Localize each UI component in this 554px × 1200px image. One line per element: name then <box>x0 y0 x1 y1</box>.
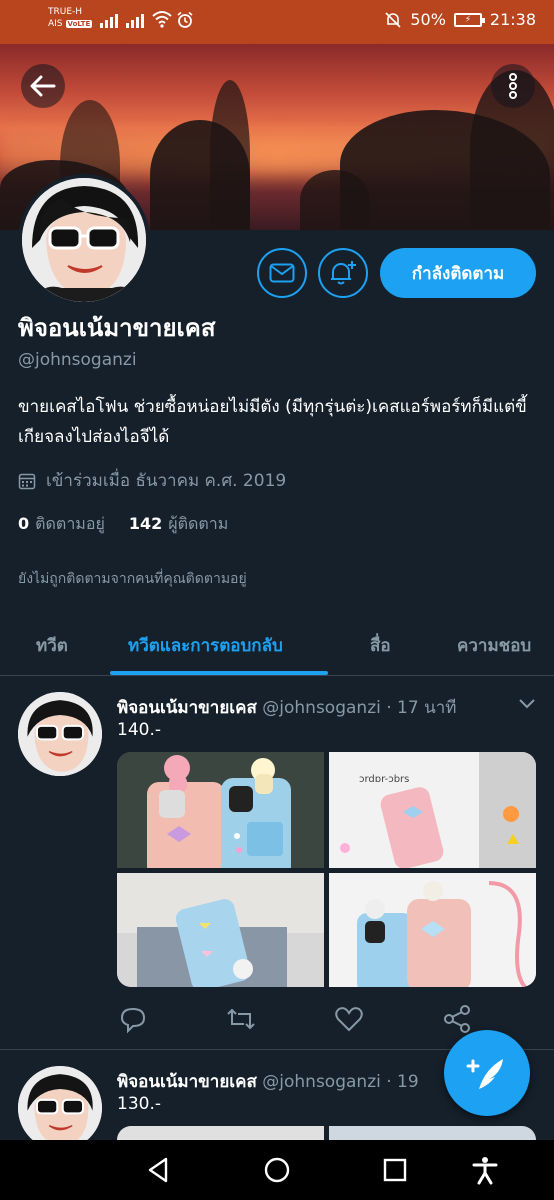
tweet-author-name[interactable]: พิจอนเน้มาขายเคส <box>117 698 257 718</box>
arrow-left-icon <box>30 75 56 97</box>
tab-tweets-replies[interactable]: ทวีตและการตอบกลับ <box>128 614 283 676</box>
tweet-avatar[interactable] <box>18 1066 102 1150</box>
battery-icon: ⚡ <box>453 12 485 27</box>
envelope-icon <box>269 263 295 283</box>
follow-stats: 0 ติดตามอยู่ 142 ผู้ติดตาม <box>18 512 228 537</box>
tweet-photo-2[interactable]: ɔrdɒr-ɔbrs <box>329 752 536 868</box>
alarm-icon <box>177 11 193 28</box>
tweet-photo-4[interactable] <box>329 873 536 987</box>
tweet-photo-3[interactable] <box>117 873 324 987</box>
tweet-header: พิจอนเน้มาขายเคส @johnsoganzi · 19 <box>117 1068 419 1095</box>
profile-handle: @johnsoganzi <box>18 350 137 370</box>
wifi-icon <box>152 11 172 28</box>
not-followed-notice: ยังไม่ถูกติดตามจากคนที่คุณติดตามอยู่ <box>18 571 247 587</box>
tweet-photo-1[interactable] <box>117 1126 324 1140</box>
avatar-illustration <box>18 1066 102 1150</box>
tweet-header: พิจอนเน้มาขายเคส @johnsoganzi · 17 นาที <box>117 694 456 721</box>
tab-media[interactable]: สื่อ <box>370 614 391 676</box>
following-label: ติดตามอยู่ <box>35 514 105 533</box>
volte-badge: VoLTE <box>65 20 93 28</box>
notifications-button[interactable] <box>318 248 368 298</box>
signal-icon-2 <box>126 12 144 28</box>
carrier-info: TRUE-H AIS VoLTE <box>48 6 93 30</box>
clock: 21:38 <box>489 10 536 29</box>
followers-stat[interactable]: 142 ผู้ติดตาม <box>129 512 228 537</box>
more-vertical-icon <box>509 73 517 99</box>
profile-avatar[interactable] <box>18 174 150 306</box>
tab-likes[interactable]: ความชอบ <box>457 614 531 676</box>
more-options-button[interactable] <box>491 64 535 108</box>
active-tab-indicator <box>110 671 328 675</box>
message-button[interactable] <box>257 248 307 298</box>
carrier-name-1: TRUE-H <box>48 7 83 17</box>
system-nav-bar <box>0 1140 554 1200</box>
profile-bio: ขายเคสไอโฟน ช่วยซื้อหน่อยไม่มีตัง (มีทุก… <box>18 397 527 447</box>
tweet-text: 140.- <box>117 720 161 740</box>
phone-case-photo <box>117 752 324 868</box>
tweet-photo-1[interactable] <box>117 752 324 868</box>
tweet-avatar[interactable] <box>18 692 102 776</box>
phone-case-photo <box>117 873 324 987</box>
tweet-text: 130.- <box>117 1094 161 1114</box>
tweet-handle-time: @johnsoganzi · 17 นาที <box>262 698 457 718</box>
chevron-down-icon[interactable] <box>518 698 536 710</box>
recents-square-icon[interactable] <box>380 1155 410 1185</box>
tweet-handle-time: @johnsoganzi · 19 <box>262 1072 419 1092</box>
share-icon[interactable] <box>442 1004 472 1034</box>
bell-plus-icon <box>331 261 356 285</box>
phone-case-photo: ɔrdɒr-ɔbrs <box>329 752 536 868</box>
profile-tabs: ทวีต ทวีตและการตอบกลับ สื่อ ความชอบ <box>0 614 554 676</box>
followers-label: ผู้ติดตาม <box>168 514 229 533</box>
status-right: 50% ⚡ 21:38 <box>384 10 536 29</box>
tweet-author-name[interactable]: พิจอนเน้มาขายเคส <box>117 1072 257 1092</box>
signal-icon <box>100 12 118 28</box>
calendar-icon <box>18 473 36 489</box>
joined-text: เข้าร่วมเมื่อ ธันวาคม ค.ศ. 2019 <box>46 471 287 491</box>
back-button[interactable] <box>21 64 65 108</box>
battery-percent: 50% <box>410 10 446 29</box>
back-triangle-icon[interactable] <box>144 1155 174 1185</box>
avatar-illustration <box>18 692 102 776</box>
mute-bell-icon <box>385 11 401 28</box>
tweet-photo-2[interactable] <box>329 1126 536 1140</box>
feather-plus-icon <box>466 1059 503 1089</box>
accessibility-icon[interactable] <box>470 1155 500 1185</box>
phone-case-photo <box>329 873 536 987</box>
retweet-icon[interactable] <box>226 1004 256 1034</box>
followers-count: 142 <box>128 514 163 533</box>
home-circle-icon[interactable] <box>262 1155 292 1185</box>
tab-tweets[interactable]: ทวีต <box>36 614 68 676</box>
compose-tweet-button[interactable] <box>444 1030 530 1116</box>
status-bar: TRUE-H AIS VoLTE 50% ⚡ 21:38 <box>0 0 554 44</box>
profile-name: พิจอนเน้มาขายเคส <box>18 314 216 342</box>
like-icon[interactable] <box>334 1004 364 1034</box>
avatar-illustration <box>22 178 146 302</box>
following-stat[interactable]: 0 ติดตามอยู่ <box>18 512 105 537</box>
following-button[interactable]: กำลังติดตาม <box>380 248 536 298</box>
svg-text:ɔrdɒr-ɔbrs: ɔrdɒr-ɔbrs <box>359 774 409 785</box>
carrier-name-2: AIS <box>48 19 63 29</box>
reply-icon[interactable] <box>118 1004 148 1034</box>
following-count: 0 <box>18 514 30 533</box>
joined-date: เข้าร่วมเมื่อ ธันวาคม ค.ศ. 2019 <box>18 467 286 494</box>
